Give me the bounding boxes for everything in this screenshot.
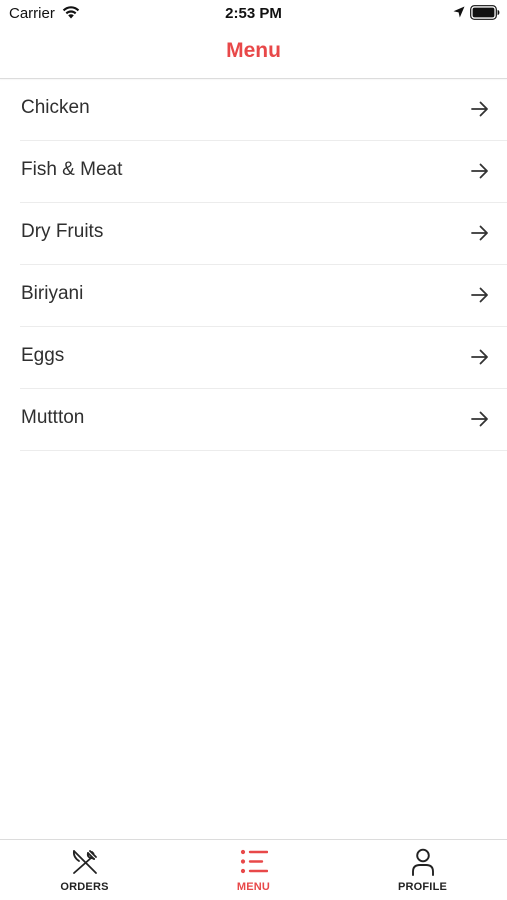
menu-item-label: Biriyani [21, 283, 84, 304]
menu-item-chicken[interactable]: Chicken [20, 79, 507, 141]
status-bar: Carrier 2:53 PM [0, 0, 507, 28]
clock-label: 2:53 PM [225, 5, 282, 22]
battery-icon [470, 5, 500, 20]
arrow-right-icon [471, 225, 488, 241]
menu-item-label: Muttton [21, 407, 85, 428]
location-arrow-icon [453, 6, 465, 18]
fork-knife-icon [72, 850, 97, 874]
navigation-bar: Menu [0, 28, 507, 79]
page-title: Menu [226, 39, 281, 62]
menu-item-biriyani[interactable]: Biriyani [20, 265, 507, 327]
tab-bar: ORDERS MENU PROFILE [0, 839, 507, 900]
arrow-right-icon [471, 163, 488, 179]
tab-profile[interactable]: PROFILE [338, 840, 507, 900]
person-icon [411, 848, 434, 876]
arrow-right-icon [471, 349, 488, 365]
menu-item-label: Fish & Meat [21, 159, 123, 180]
menu-item-mutton[interactable]: Muttton [20, 389, 507, 451]
menu-item-label: Chicken [21, 97, 90, 118]
menu-item-label: Dry Fruits [21, 221, 104, 242]
menu-item-label: Eggs [21, 345, 65, 366]
menu-item-eggs[interactable]: Eggs [20, 327, 507, 389]
menu-screen: Carrier 2:53 PM Menu Chicken Fish & Meat [0, 0, 507, 900]
menu-item-dry-fruits[interactable]: Dry Fruits [20, 203, 507, 265]
arrow-right-icon [471, 411, 488, 427]
tab-orders[interactable]: ORDERS [0, 840, 169, 900]
menu-category-list: Chicken Fish & Meat Dry Fruits Biriyani … [0, 79, 507, 451]
menu-item-fish-meat[interactable]: Fish & Meat [20, 141, 507, 203]
arrow-right-icon [471, 101, 488, 117]
tab-label: PROFILE [397, 881, 448, 893]
list-icon [240, 849, 268, 874]
arrow-right-icon [471, 287, 488, 303]
tab-label: ORDERS [60, 881, 109, 893]
tab-menu[interactable]: MENU [169, 840, 338, 900]
tab-label: MENU [236, 881, 271, 893]
